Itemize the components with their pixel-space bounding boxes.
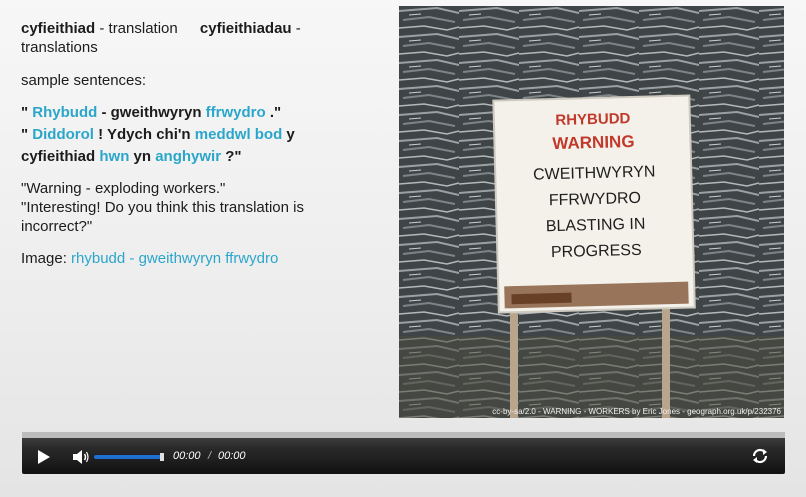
image-link[interactable]: rhybudd - gweithwyryn ffrwydro — [71, 250, 278, 267]
word-link-meddwl-bod[interactable]: meddwl bod — [195, 126, 283, 143]
volume-slider[interactable] — [94, 455, 164, 459]
quote-open: " — [21, 104, 29, 121]
sign-line-5: BLASTING IN — [546, 216, 646, 236]
sentence-text: - gweithwyryn — [97, 104, 206, 121]
word-panel: cyfieithiad - translation cyfieithiadau … — [21, 19, 351, 268]
play-icon[interactable] — [38, 450, 50, 464]
sign-line-1: RHYBUDD — [555, 110, 631, 129]
sample-sentence-1: " Rhybudd - gweithwyryn ffrwydro ." — [21, 102, 351, 124]
quote-open: " — [21, 126, 29, 143]
sign-line-6: PROGRESS — [551, 242, 642, 261]
duration: 00:00 — [218, 450, 246, 462]
quote-close: ?" — [221, 148, 242, 165]
word-link-ffrwydro[interactable]: ffrwydro — [206, 104, 266, 121]
quote-close: ." — [265, 104, 282, 121]
audio-player: 00:00 / 00:00 — [22, 432, 785, 474]
translation-2: "Interesting! Do you think this translat… — [21, 199, 304, 235]
word-link-anghywir[interactable]: anghywir — [155, 148, 221, 165]
current-time: 00:00 — [173, 450, 201, 462]
word-header: cyfieithiad - translation cyfieithiadau … — [21, 19, 351, 57]
translation-1: "Warning - exploding workers." — [21, 180, 226, 197]
word-singular: cyfieithiad — [21, 20, 96, 37]
image-credit-line: Image: rhybudd - gweithwyryn ffrwydro — [21, 249, 351, 268]
sample-sentence-2: " Diddorol ! Ydych chi'n meddwl bod y cy… — [21, 124, 351, 168]
sign-photo: RHYBUDD WARNING CWEITHWYRYN FFRWYDRO BLA… — [399, 6, 784, 418]
word-link-diddorol[interactable]: Diddorol — [32, 126, 94, 143]
image-label: Image: — [21, 250, 67, 267]
sentence-text: yn — [129, 148, 156, 165]
sign-line-3: CWEITHWYRYN — [533, 163, 656, 183]
sign-line-2: WARNING — [552, 132, 635, 153]
word-link-rhybudd[interactable]: Rhybudd — [32, 104, 97, 121]
volume-icon[interactable] — [72, 449, 90, 465]
word-singular-gloss: - translation — [99, 20, 178, 37]
loop-icon[interactable] — [751, 447, 769, 465]
word-link-hwn[interactable]: hwn — [99, 148, 129, 165]
samples-label: sample sentences: — [21, 72, 147, 89]
photo-credit-overlay: cc-by-sa/2.0 - WARNING - WORKERS by Eric… — [492, 407, 781, 416]
volume-handle[interactable] — [160, 453, 164, 461]
sentence-text: ! Ydych chi'n — [93, 126, 195, 143]
sign-line-4: FFRWYDRO — [549, 190, 642, 209]
progress-track[interactable] — [22, 432, 785, 438]
word-plural: cyfieithiadau — [199, 20, 292, 37]
time-separator: / — [208, 450, 212, 462]
